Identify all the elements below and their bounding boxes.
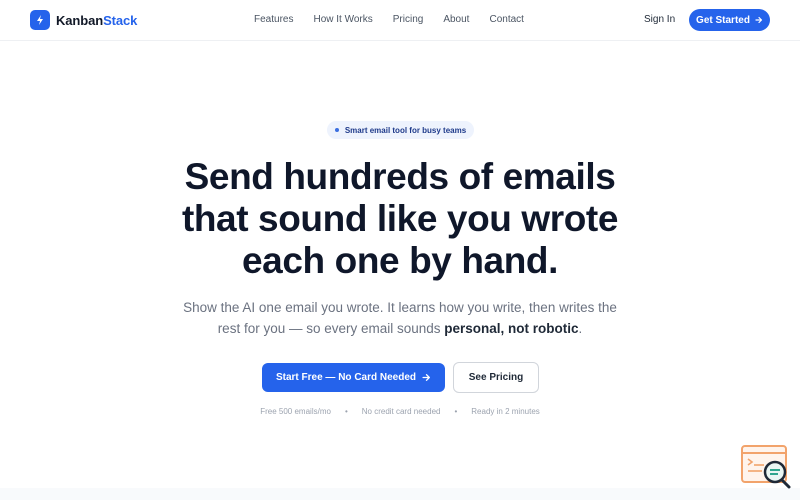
hero-badge: Smart email tool for busy teams [327, 121, 474, 139]
brand-prefix: Kanban [56, 12, 104, 28]
meta-item: Free 500 emails/mo [260, 407, 331, 416]
nav-features[interactable]: Features [254, 14, 293, 25]
start-free-button[interactable]: Start Free — No Card Needed [262, 363, 445, 392]
nav-how-it-works[interactable]: How It Works [313, 14, 372, 25]
nav-about[interactable]: About [443, 14, 469, 25]
nav-contact[interactable]: Contact [489, 14, 523, 25]
search-document-icon[interactable] [740, 444, 792, 490]
next-section-edge [0, 488, 800, 500]
arrow-right-icon [422, 373, 431, 382]
brand-name: KanbanStack [56, 13, 137, 28]
site-header: KanbanStack Features How It Works Pricin… [0, 0, 800, 41]
hero-subheading: Show the AI one email you wrote. It lear… [175, 297, 625, 339]
badge-label: Smart email tool for busy teams [344, 125, 467, 135]
get-started-label: Get Started [696, 14, 750, 26]
meta-separator: • [454, 407, 458, 416]
lightning-bolt-icon [30, 10, 50, 30]
meta-item: No credit card needed [361, 407, 441, 416]
sub-end: . [578, 321, 583, 336]
see-pricing-label: See Pricing [468, 372, 524, 383]
nav-pricing[interactable]: Pricing [393, 14, 424, 25]
hero-headline: Send hundreds of emails that sound like … [150, 156, 650, 282]
sub-emphasis: personal, not robotic [444, 321, 579, 336]
headline-line-1: Send hundreds of emails [184, 156, 616, 197]
get-started-button[interactable]: Get Started [689, 9, 770, 31]
meta-separator: • [344, 407, 348, 416]
headline-line-2: that sound like you wrote [181, 198, 619, 239]
main-nav: Features How It Works Pricing About Cont… [254, 14, 544, 25]
sign-in-link[interactable]: Sign In [644, 14, 675, 25]
brand-suffix: Stack [103, 12, 138, 28]
dot-icon [334, 128, 339, 132]
arrow-right-icon [755, 16, 763, 24]
brand-logo[interactable]: KanbanStack [30, 10, 137, 30]
headline-line-3: each one by hand. [242, 240, 558, 281]
start-free-label: Start Free — No Card Needed [275, 372, 417, 383]
hero-meta: Free 500 emails/mo • No credit card need… [0, 407, 800, 416]
meta-item: Ready in 2 minutes [471, 407, 540, 416]
see-pricing-button[interactable]: See Pricing [453, 362, 539, 393]
